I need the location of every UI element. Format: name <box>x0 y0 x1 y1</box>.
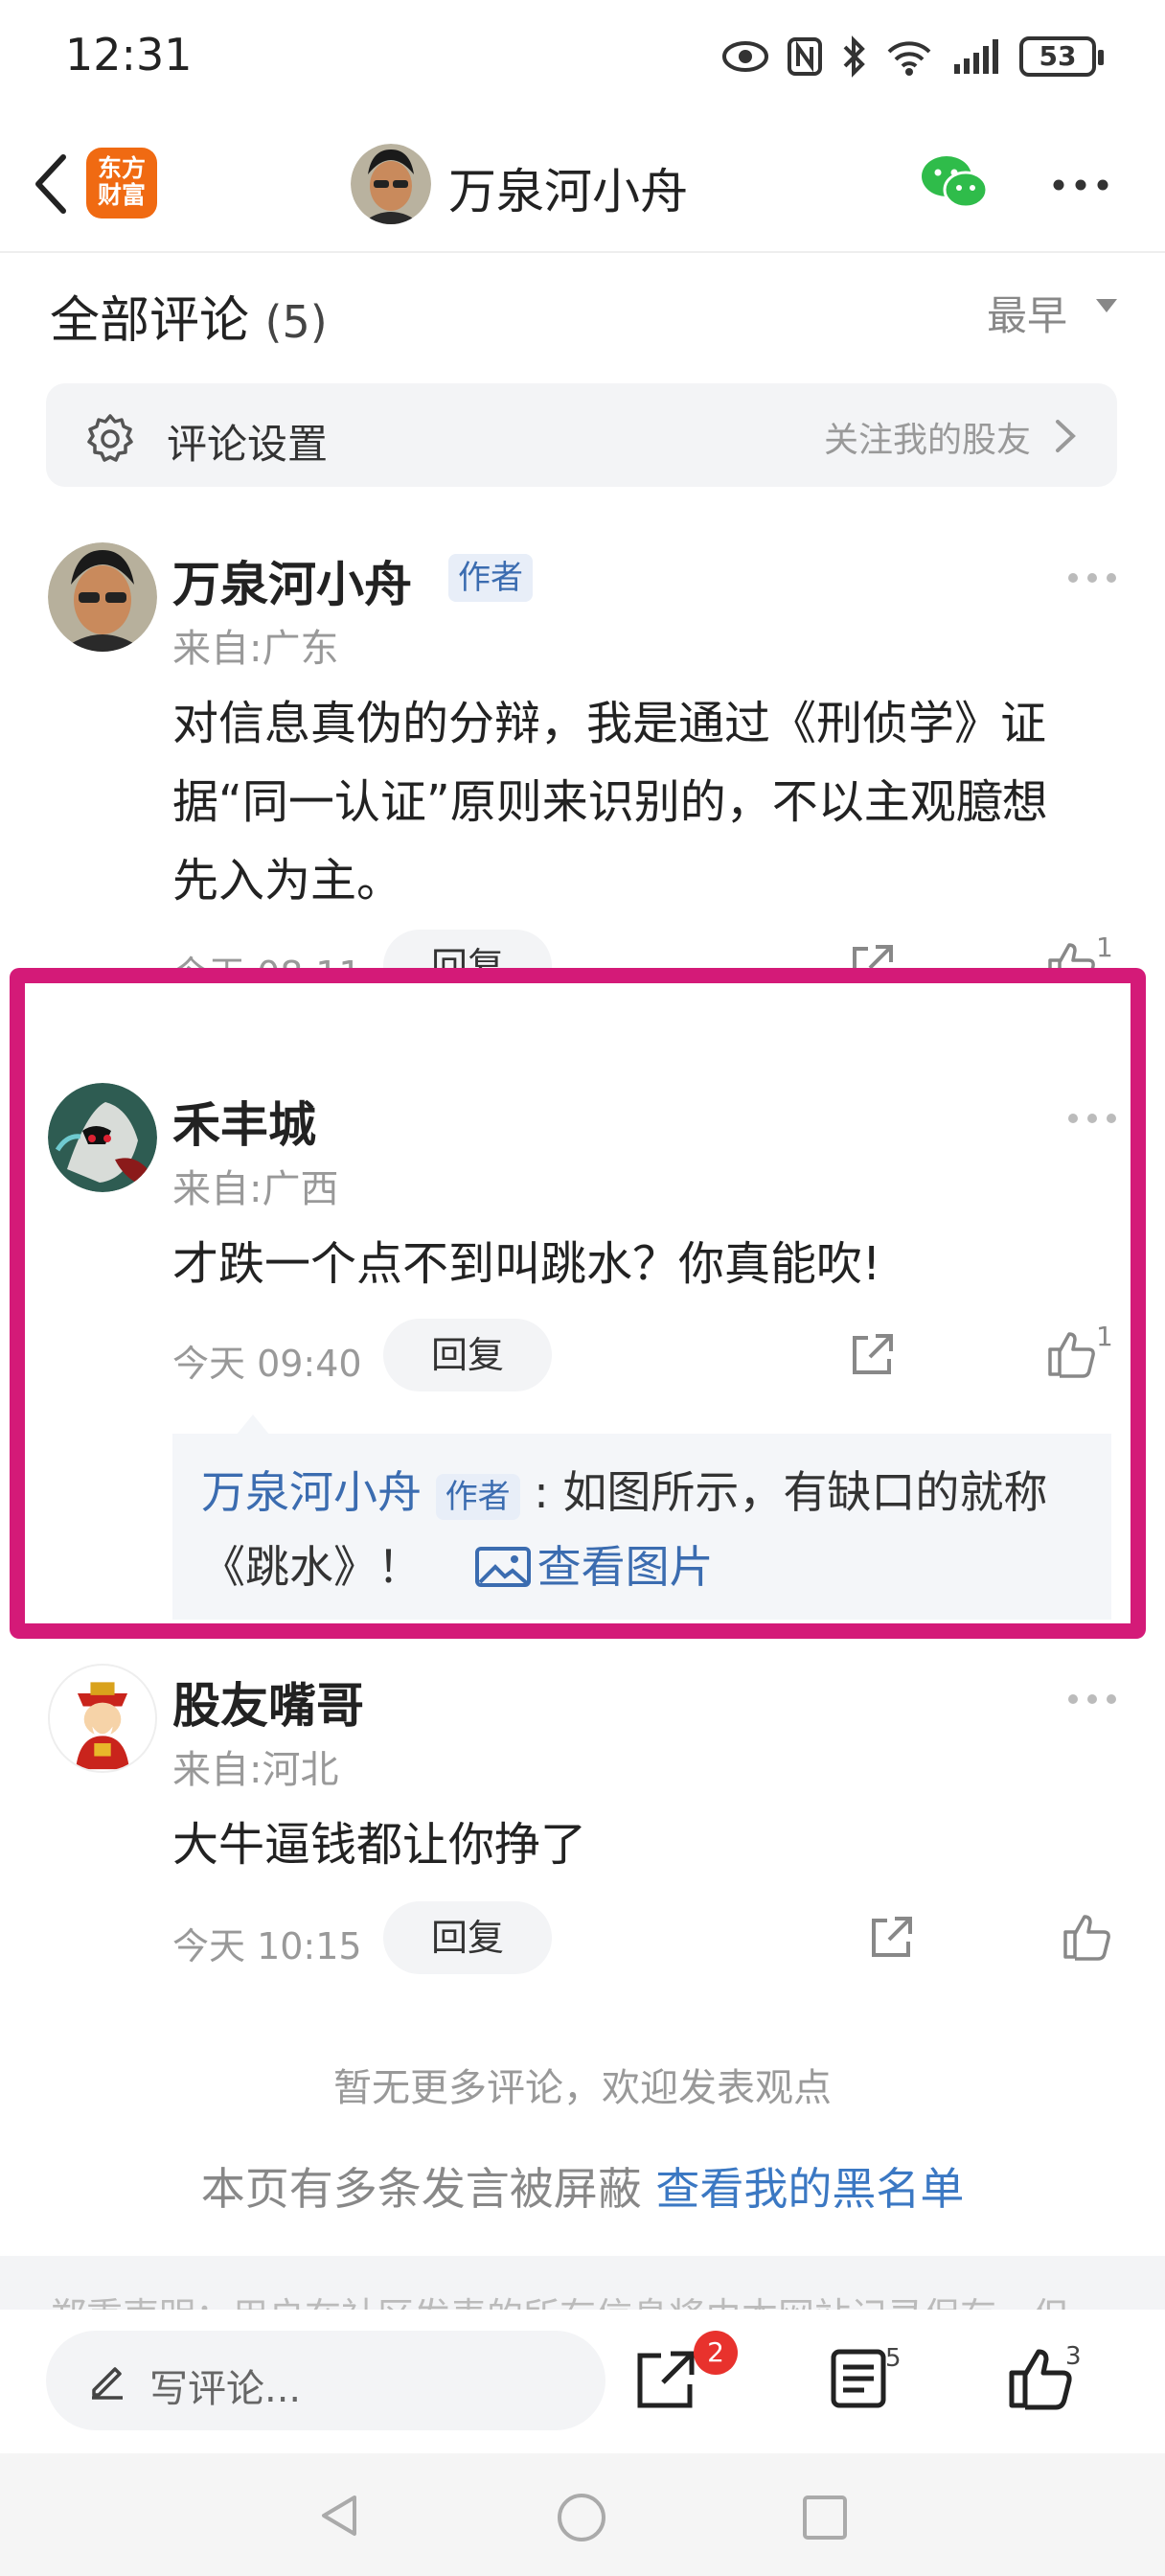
blocked-notice-text: 本页有多条发言被屏蔽 <box>200 2163 642 2215</box>
back-arrow-icon[interactable] <box>21 146 79 222</box>
highlight-frame <box>10 968 1146 1639</box>
avatar[interactable] <box>48 542 157 652</box>
commenter-location: 来自:广东 <box>172 627 339 671</box>
commenter-name[interactable]: 万泉河小舟 <box>172 546 412 615</box>
author-avatar[interactable] <box>351 144 431 224</box>
status-time: 12:31 <box>65 29 193 80</box>
comments-list-count: 5 <box>885 2344 902 2373</box>
more-options-icon[interactable] <box>1052 178 1109 192</box>
wifi-icon <box>887 41 931 76</box>
comments-list-icon[interactable] <box>828 2348 889 2409</box>
gear-icon <box>87 414 133 462</box>
comment-text: 大牛逼钱都让你挣了 <box>172 1818 587 1872</box>
comments-heading: 全部评论 (5) <box>50 280 328 352</box>
comment-text: 对信息真伪的分辩，我是通过《刑侦学》证据“同一认证”原则来识别的，不以主观臆想先… <box>172 697 1048 908</box>
comment-placeholder: 写评论... <box>149 2367 302 2411</box>
comment-more-icon[interactable] <box>1067 1692 1117 1706</box>
no-more-comments: 暂无更多评论，欢迎发表观点 <box>333 2066 832 2110</box>
share-icon[interactable] <box>632 2346 699 2413</box>
follow-friends-link[interactable]: 关注我的股友 <box>824 412 1031 462</box>
comment-settings-label: 评论设置 <box>167 421 329 468</box>
comments-heading-label: 全部评论 <box>50 292 250 350</box>
thumbs-up-icon[interactable] <box>1006 2344 1073 2411</box>
reply-button[interactable]: 回复 <box>383 1901 552 1974</box>
blacklist-link[interactable]: 查看我的黑名单 <box>655 2163 964 2215</box>
author-badge: 作者 <box>448 554 533 602</box>
page-title: 万泉河小舟 <box>448 164 688 219</box>
system-navigation-bar <box>0 2453 1165 2576</box>
notification-badge: 2 <box>694 2331 738 2375</box>
nfc-icon <box>788 37 822 76</box>
status-icons: 53 <box>722 33 1104 80</box>
like-total-count: 3 <box>1065 2342 1082 2371</box>
signal-icon <box>954 39 998 74</box>
pen-icon <box>92 2367 123 2400</box>
commenter-name[interactable]: 股友嘴哥 <box>172 1668 364 1736</box>
like-icon[interactable] <box>1060 1909 1113 1963</box>
comment-settings-bar[interactable]: 评论设置 关注我的股友 <box>46 383 1117 487</box>
nav-home-icon[interactable] <box>556 2492 607 2543</box>
wechat-share-icon[interactable] <box>920 151 989 213</box>
write-comment-input[interactable]: 写评论... <box>46 2331 605 2430</box>
bottom-action-bar: 写评论... 5 3 <box>0 2310 1165 2453</box>
blocked-notice: 本页有多条发言被屏蔽 查看我的黑名单 <box>0 2154 1165 2218</box>
comments-count: (5) <box>264 296 328 348</box>
eastmoney-logo: 东方 财富 <box>86 148 157 218</box>
like-count: 1 <box>1096 932 1113 963</box>
sort-dropdown[interactable]: 最早 <box>987 284 1067 342</box>
comment-more-icon[interactable] <box>1067 571 1117 585</box>
eye-icon <box>722 41 768 72</box>
nav-back-icon[interactable] <box>316 2492 364 2540</box>
nav-recents-icon[interactable] <box>801 2494 849 2542</box>
share-icon[interactable] <box>866 1913 916 1963</box>
status-bar: 12:31 53 <box>0 0 1165 115</box>
comment-time: 今天 10:15 <box>172 1925 362 1967</box>
battery-icon: 53 <box>1019 36 1104 77</box>
avatar[interactable] <box>48 1664 157 1773</box>
commenter-location: 来自:河北 <box>172 1748 339 1792</box>
chevron-right-icon <box>1056 420 1076 452</box>
sort-caret-icon[interactable] <box>1096 299 1117 312</box>
bluetooth-icon <box>843 35 865 78</box>
